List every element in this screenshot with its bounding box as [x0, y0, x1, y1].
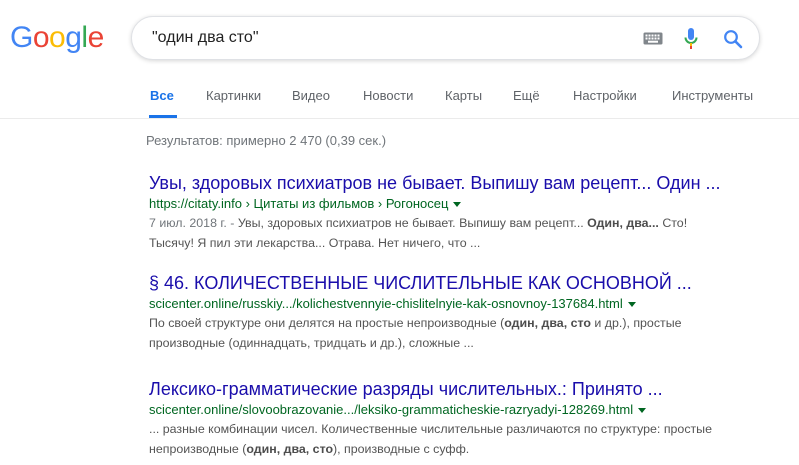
result-title-link[interactable]: § 46. КОЛИЧЕСТВЕННЫЕ ЧИСЛИТЕЛЬНЫЕ КАК ОС…	[149, 272, 749, 294]
google-logo[interactable]: Google	[10, 21, 104, 55]
result-title-link[interactable]: Увы, здоровых психиатров не бывает. Выпи…	[149, 172, 749, 194]
tab-videos[interactable]: Видео	[292, 88, 330, 103]
chevron-down-icon[interactable]	[627, 302, 636, 308]
tabs-divider	[0, 118, 799, 119]
result-snippet: ... разные комбинации чисел. Количествен…	[149, 422, 712, 456]
tab-all[interactable]: Все	[150, 88, 174, 103]
mic-icon[interactable]	[683, 27, 699, 56]
result-snippet: По своей структуре они делятся на просты…	[149, 316, 682, 350]
search-result: Увы, здоровых психиатров не бывает. Выпи…	[149, 172, 749, 253]
search-input[interactable]	[152, 27, 622, 49]
search-tabs: Все Картинки Видео Новости Карты Ещё Нас…	[0, 82, 799, 118]
tab-images[interactable]: Картинки	[206, 88, 261, 103]
tab-tools[interactable]: Инструменты	[672, 88, 753, 103]
result-url[interactable]: scicenter.online/slovoobrazovanie.../lek…	[149, 401, 749, 419]
search-result: § 46. КОЛИЧЕСТВЕННЫЕ ЧИСЛИТЕЛЬНЫЕ КАК ОС…	[149, 272, 749, 353]
keyboard-icon[interactable]	[643, 32, 663, 50]
search-box	[131, 16, 760, 60]
tab-news[interactable]: Новости	[363, 88, 413, 103]
chevron-down-icon[interactable]	[638, 408, 647, 414]
chevron-down-icon[interactable]	[453, 202, 462, 208]
search-result: Лексико-грамматические разряды числитель…	[149, 378, 749, 459]
result-url-text: scicenter.online/russkiy.../kolichestven…	[149, 296, 623, 311]
search-icon[interactable]	[723, 29, 743, 54]
result-snippet: 7 июл. 2018 г. - Увы, здоровых психиатро…	[149, 216, 688, 250]
result-date: 7 июл. 2018 г. -	[149, 216, 238, 230]
tab-more[interactable]: Ещё	[513, 88, 540, 103]
tab-maps[interactable]: Карты	[445, 88, 482, 103]
result-title-link[interactable]: Лексико-грамматические разряды числитель…	[149, 378, 749, 400]
result-url[interactable]: https://citaty.info › Цитаты из фильмов …	[149, 195, 749, 213]
result-stats: Результатов: примерно 2 470 (0,39 сек.)	[146, 133, 387, 148]
result-url-text: https://citaty.info › Цитаты из фильмов …	[149, 196, 449, 211]
result-url-text: scicenter.online/slovoobrazovanie.../lek…	[149, 402, 634, 417]
tab-settings[interactable]: Настройки	[573, 88, 637, 103]
result-url[interactable]: scicenter.online/russkiy.../kolichestven…	[149, 295, 749, 313]
